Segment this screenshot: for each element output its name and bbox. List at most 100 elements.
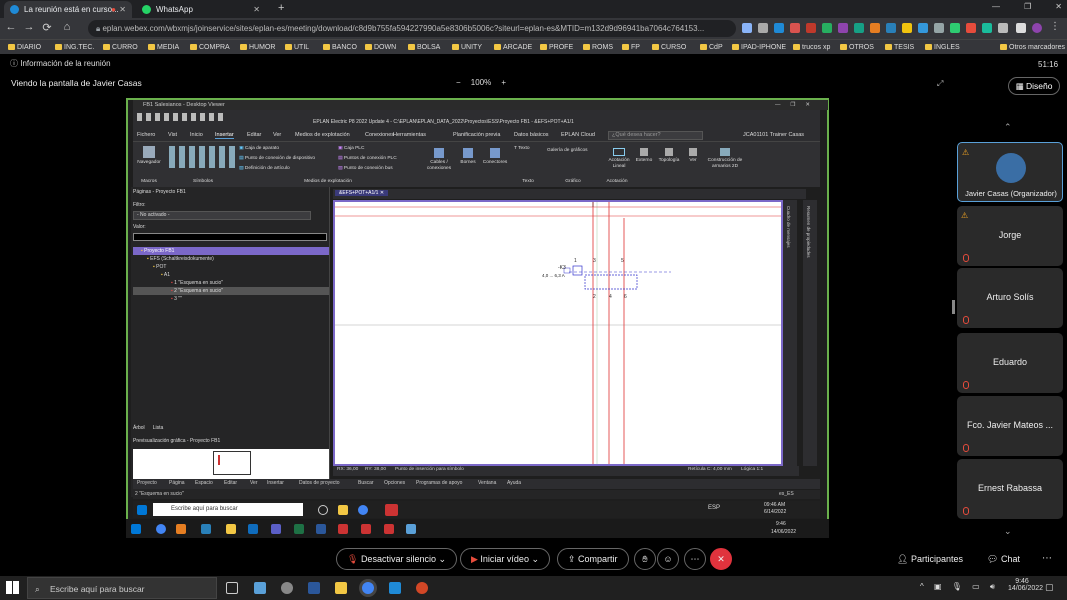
home-icon[interactable]: ⌂ (60, 21, 74, 33)
tree-item[interactable]: ▪ A1 (133, 271, 329, 279)
profile-avatar[interactable] (1032, 23, 1042, 33)
extension-icon[interactable] (822, 23, 832, 33)
close-icon[interactable]: ✕ (119, 1, 126, 18)
ribbon-tab[interactable]: Vist (168, 132, 177, 138)
viewer-menu-item[interactable]: Editar (224, 480, 237, 486)
viewer-menu-item[interactable]: Opciones (384, 480, 405, 486)
close-icon[interactable]: ✕ (253, 1, 260, 18)
bookmark-item[interactable]: CURSO (652, 40, 686, 55)
chrome-icon[interactable] (362, 582, 374, 594)
close-window-icon[interactable]: ✕ (1055, 2, 1062, 11)
clock[interactable]: 9:46 14/06/2022 (1008, 578, 1043, 592)
fullscreen-icon[interactable]: ⤢ (937, 79, 943, 89)
viewer-menu-item[interactable]: Ayuda (507, 480, 521, 486)
raise-hand-button[interactable]: ✋︎ (634, 548, 656, 570)
participant-tile[interactable]: ⚠ Jorge (957, 206, 1063, 266)
system-tray[interactable]: ^ ▣ 🎙︎ ▭ 🔊︎ (920, 582, 999, 592)
share-button[interactable]: ⇪ Compartir (557, 548, 629, 570)
extension-icon[interactable] (838, 23, 848, 33)
bookmark-item[interactable]: COMPRA (190, 40, 230, 55)
restore-icon[interactable]: ❐ (1024, 2, 1031, 11)
viewer-menu-item[interactable]: Página (169, 480, 185, 486)
extension-icon[interactable] (982, 23, 992, 33)
ribbon-tab[interactable]: Ver (273, 132, 281, 138)
bornes-button[interactable]: Bornes (455, 148, 481, 166)
extension-icon[interactable] (854, 23, 864, 33)
participant-tile[interactable]: Eduardo (957, 333, 1063, 393)
unmute-button[interactable]: 🎙︎ Desactivar silencio ⌄ (336, 548, 458, 570)
explorer-icon[interactable] (335, 582, 347, 594)
tab-webex[interactable]: La reunión está en curso... ● ✕ (4, 1, 132, 18)
bookmark-item[interactable]: ROMS (583, 40, 613, 55)
cables-button[interactable]: Cables / conexiones (421, 148, 457, 172)
zoom-out-button[interactable]: − (456, 78, 461, 87)
extension-icon[interactable] (758, 23, 768, 33)
bookmark-item[interactable]: BANCO (323, 40, 357, 55)
ribbon-tab[interactable]: EPLAN Cloud (561, 132, 595, 138)
bookmark-item[interactable]: CURRO (103, 40, 138, 55)
extension-icon[interactable] (950, 23, 960, 33)
extension-icon[interactable] (918, 23, 928, 33)
participants-button[interactable]: 👤︎ Participantes (897, 554, 963, 565)
ribbon-tab[interactable]: Fichero (137, 132, 155, 138)
minimize-icon[interactable]: — (992, 2, 1000, 11)
acotacion-lineal-button[interactable]: Acotación Lineal (603, 148, 635, 170)
forward-icon[interactable]: → (22, 21, 36, 33)
help-search-input[interactable]: ¿Qué desea hacer? (608, 131, 703, 140)
participant-tile[interactable]: Fco. Javier Mateos ... (957, 396, 1063, 456)
participant-tile[interactable]: Arturo Solís (957, 268, 1063, 328)
tab-whatsapp[interactable]: WhatsApp ✕ (136, 1, 266, 18)
bookmark-item[interactable]: trucos xp (793, 40, 830, 55)
participant-tile[interactable]: ⚠ Javier Casas (Organizador) (957, 142, 1063, 202)
properties-summary-tab[interactable]: Resumen de propiedades (806, 206, 811, 258)
bookmark-item[interactable]: PROFE (540, 40, 573, 55)
conectores-button[interactable]: Conectores (479, 148, 511, 166)
chat-button[interactable]: 💬︎ Chat (987, 554, 1020, 565)
tab-arbol[interactable]: Árbol (133, 425, 145, 431)
extension-icon[interactable] (934, 23, 944, 33)
ribbon-tab[interactable]: Medios de explotación (295, 132, 350, 138)
viewer-menu-item[interactable]: Ventana (478, 480, 496, 486)
notifications-icon[interactable]: ▢ (1045, 582, 1054, 593)
bookmark-item[interactable]: UTIL (285, 40, 309, 55)
quick-access-toolbar[interactable] (137, 113, 227, 121)
leave-meeting-button[interactable]: ✕ (710, 548, 732, 570)
bookmark-item[interactable]: CdP (700, 40, 723, 55)
share-icon[interactable] (742, 23, 752, 33)
caja-plc-button[interactable]: ▣ Caja PLC (338, 146, 364, 151)
tree-item[interactable]: ▪ Proyecto FB1 (133, 247, 329, 255)
tree-item[interactable]: ▪ 2 "Esquema en sucio" (133, 287, 329, 295)
bookmark-item[interactable]: UNITY (452, 40, 482, 55)
extensions-puzzle-icon[interactable] (998, 23, 1008, 33)
ribbon-tab[interactable]: Datos básicos (514, 132, 549, 138)
ribbon-tab[interactable]: Editar (247, 132, 261, 138)
tree-item[interactable]: ▪ 3 "" (133, 295, 329, 303)
tab-lista[interactable]: Lista (153, 425, 164, 431)
extension-icon[interactable] (886, 23, 896, 33)
bookmark-item[interactable]: BOLSA (408, 40, 440, 55)
bookmark-item[interactable]: TESIS (885, 40, 914, 55)
filter-select[interactable]: - No activado - (133, 211, 311, 220)
bookmark-item[interactable]: ARCADE (494, 40, 532, 55)
viewer-menu-item[interactable]: Ver (250, 480, 258, 486)
ribbon-tab[interactable]: Insertar (215, 132, 234, 139)
bookmark-item[interactable]: DOWN (365, 40, 396, 55)
bookmark-item[interactable]: MEDIA (148, 40, 179, 55)
tree-item[interactable]: ▪ EFS (Schaltkreisdokumente) (133, 255, 329, 263)
bookmark-item[interactable]: ING.TEC. (55, 40, 94, 55)
app-icon[interactable] (254, 582, 266, 594)
bookmark-item[interactable]: INGLES (925, 40, 960, 55)
viewer-window-controls[interactable]: —❐✕ (775, 100, 820, 110)
settings-icon[interactable] (281, 582, 293, 594)
bookmark-item[interactable]: DIARIO (8, 40, 41, 55)
definicion-articulo-button[interactable]: ▧ Definición de artículo (239, 166, 290, 171)
texto-button[interactable]: T Texto (514, 146, 530, 151)
extension-icon[interactable] (966, 23, 976, 33)
start-video-button[interactable]: ▶︎ Iniciar vídeo ⌄ (460, 548, 550, 570)
sidepanel-icon[interactable] (1016, 23, 1026, 33)
tree-item[interactable]: ▪ 1 "Esquema en sucio" (133, 279, 329, 287)
layout-button[interactable]: ▦ Diseño (1008, 77, 1060, 95)
extension-icon[interactable] (774, 23, 784, 33)
ribbon-tab[interactable]: Inicio (190, 132, 203, 138)
other-bookmarks[interactable]: Otros marcadores (1000, 40, 1065, 55)
